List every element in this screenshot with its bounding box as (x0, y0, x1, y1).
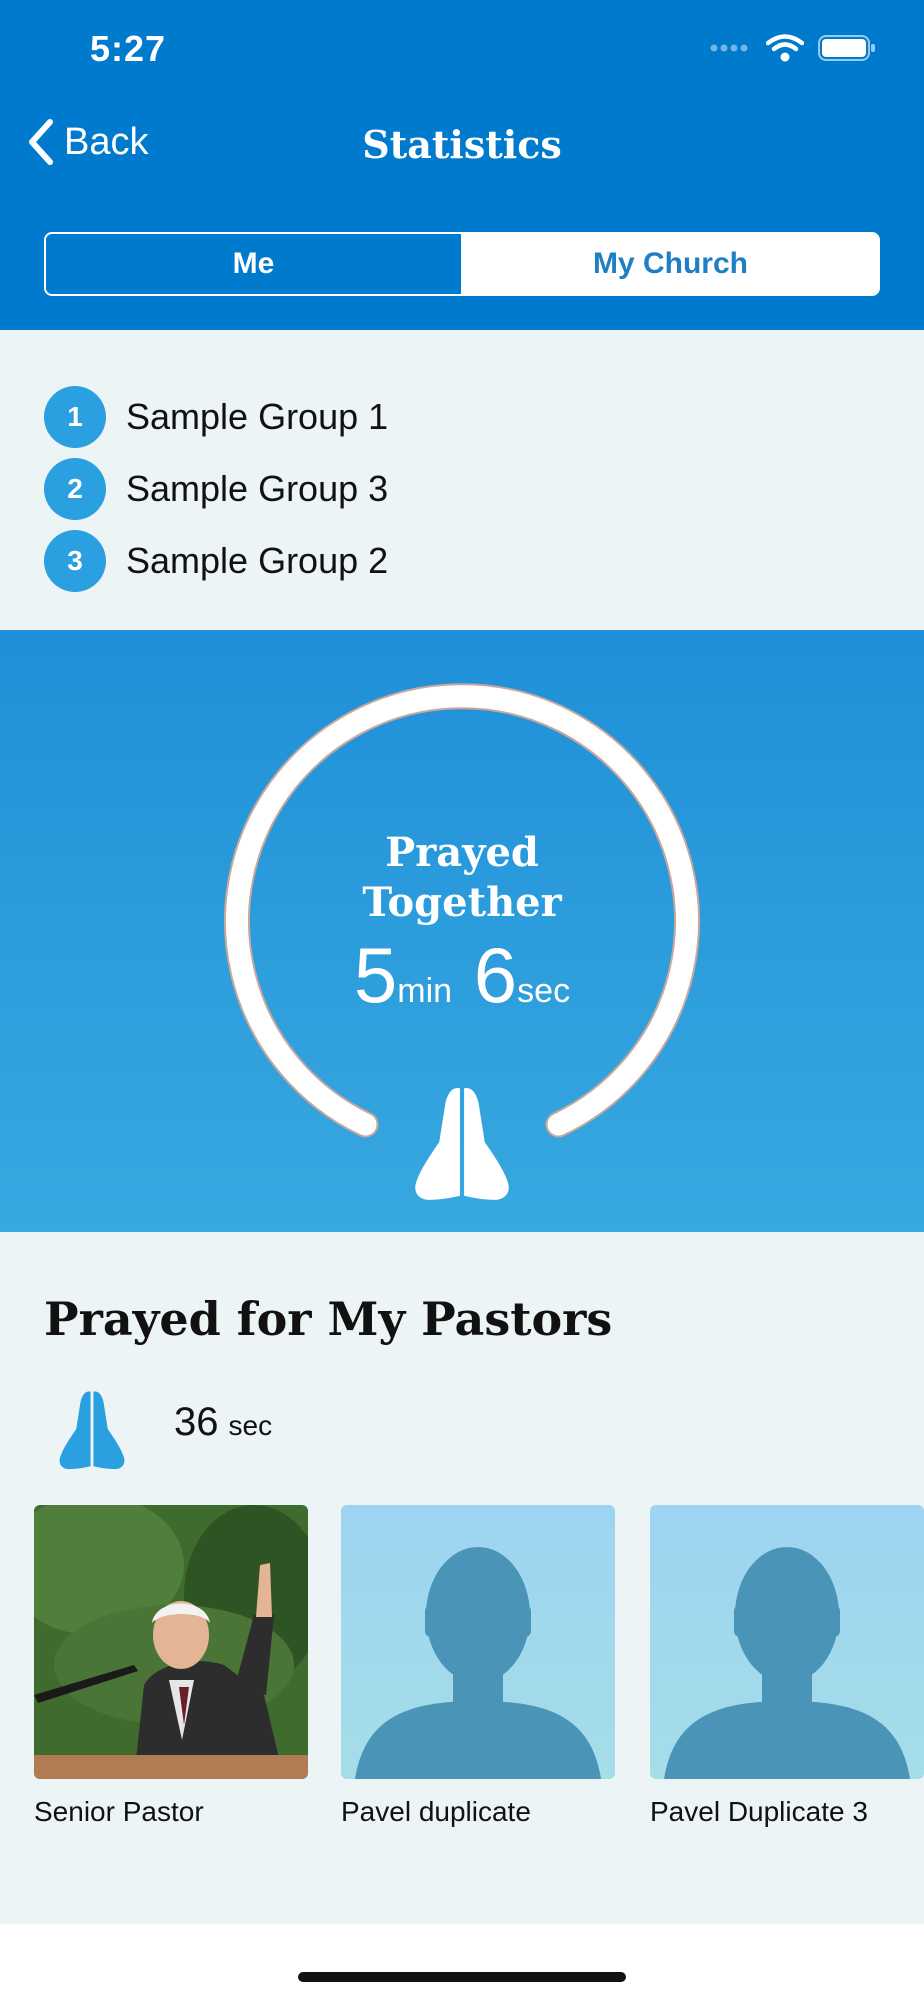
title-line-2: Together (362, 879, 562, 926)
time-unit: sec (228, 1410, 273, 1441)
battery-icon (818, 35, 875, 61)
pastor-name: Pavel Duplicate 3 (650, 1796, 868, 1827)
rank-badge: 1 (44, 386, 106, 448)
wifi-icon (766, 34, 804, 62)
segmented-control: Me My Church (44, 232, 880, 296)
group-name: Sample Group 2 (126, 540, 389, 581)
prayed-together-duration: 5min 6sec (0, 930, 924, 1021)
pastor-card-senior-pastor[interactable] (34, 1505, 308, 1779)
pastor-name: Senior Pastor (34, 1796, 204, 1827)
pastor-card-pavel-duplicate-3[interactable] (650, 1505, 924, 1779)
home-indicator[interactable] (298, 1972, 626, 1982)
minutes-unit: min (397, 972, 453, 1010)
pastors-title: Prayed for My Pastors (44, 1292, 613, 1346)
group-ranking-list: 1 Sample Group 1 2 Sample Group 3 3 Samp… (0, 330, 924, 630)
list-item: 3 Sample Group 2 (44, 530, 388, 592)
placeholder-avatar (650, 1505, 924, 1779)
placeholder-avatar (341, 1505, 615, 1779)
minutes-value: 5 (353, 931, 398, 1019)
list-item: 1 Sample Group 1 (44, 386, 388, 448)
seconds-value: 6 (473, 931, 518, 1019)
rank-badge: 3 (44, 530, 106, 592)
header: 5:27 Back Statistics Me My Church (0, 0, 924, 330)
page-title: Statistics (362, 122, 562, 167)
group-name: Sample Group 3 (126, 468, 389, 509)
list-item: 2 Sample Group 3 (44, 458, 388, 520)
cellular-signal-icon (710, 44, 748, 52)
prayed-together-title: Prayed Together (0, 828, 924, 928)
status-icons (708, 34, 876, 62)
praying-hands-icon (59, 1391, 125, 1470)
pastor-photo (34, 1505, 308, 1779)
title-line-1: Prayed (385, 829, 539, 876)
tab-me[interactable]: Me (46, 234, 463, 294)
praying-hands-icon (415, 1087, 509, 1200)
group-name: Sample Group 1 (126, 396, 389, 437)
pastors-prayer-time: 36 sec (174, 1400, 272, 1445)
pastor-name: Pavel duplicate (341, 1796, 531, 1827)
pastor-card-pavel-duplicate[interactable] (341, 1505, 615, 1779)
tab-my-church[interactable]: My Church (463, 234, 878, 294)
status-time: 5:27 (90, 28, 167, 69)
rank-badge: 2 (44, 458, 106, 520)
time-value: 36 (174, 1400, 219, 1444)
seconds-unit: sec (517, 972, 571, 1010)
